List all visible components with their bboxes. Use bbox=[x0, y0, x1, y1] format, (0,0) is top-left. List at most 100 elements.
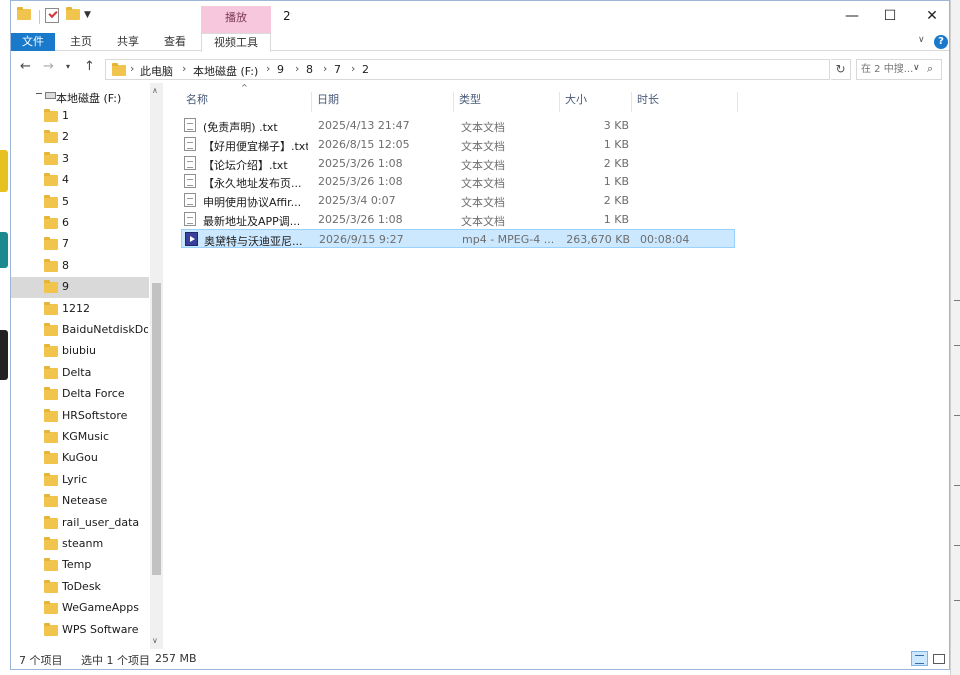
sidebar-item-folder[interactable]: Delta bbox=[11, 363, 149, 384]
column-header-duration[interactable]: 时长 bbox=[632, 92, 738, 112]
large-icons-view-icon[interactable] bbox=[931, 651, 946, 666]
up-arrow-icon[interactable]: ↑ bbox=[84, 59, 95, 74]
breadcrumb-drive[interactable]: 本地磁盘 (F:) bbox=[193, 63, 258, 79]
new-folder-icon[interactable] bbox=[66, 7, 80, 23]
tree-item-drive[interactable]: 本地磁盘 (F:) bbox=[11, 85, 151, 106]
search-box[interactable]: ⌕ bbox=[856, 59, 942, 80]
tab-home[interactable]: 主页 bbox=[63, 33, 99, 51]
breadcrumb-9[interactable]: 9 bbox=[277, 63, 284, 76]
file-type: 文本文档 bbox=[461, 177, 505, 191]
file-row[interactable]: (免责声明) .txt 2025/4/13 21:47 文本文档 3 KB bbox=[181, 116, 735, 135]
file-size: 3 KB bbox=[603, 119, 629, 132]
file-row[interactable]: 【好用便宜梯子】.txt 2026/8/15 12:05 文本文档 1 KB bbox=[181, 135, 735, 154]
file-row[interactable]: 奥黛特与沃迪亚尼... 2026/9/15 9:27 mp4 - MPEG-4 ..… bbox=[181, 228, 735, 248]
desktop-icon-fragment bbox=[0, 330, 8, 380]
file-row[interactable]: 申明使用协议Affir... 2025/3/4 0:07 文本文档 2 KB bbox=[181, 191, 735, 210]
sidebar-item-folder[interactable]: Temp bbox=[11, 555, 149, 576]
text-file-icon bbox=[184, 193, 196, 208]
sidebar-item-folder[interactable]: steanm bbox=[11, 534, 149, 555]
sidebar-item-folder[interactable]: WPS Software bbox=[11, 620, 149, 641]
sidebar-item-folder[interactable]: 7 bbox=[11, 234, 149, 255]
file-row[interactable]: 【永久地址发布页... 2025/3/26 1:08 文本文档 1 KB bbox=[181, 172, 735, 191]
folder-icon[interactable] bbox=[17, 7, 31, 23]
scrollbar-thumb[interactable] bbox=[152, 283, 161, 575]
folder-icon bbox=[44, 237, 58, 251]
sidebar-item-folder[interactable]: 4 bbox=[11, 170, 149, 191]
sidebar-item-folder[interactable]: 9 bbox=[11, 277, 149, 299]
sidebar-item-folder[interactable]: Delta Force bbox=[11, 384, 149, 405]
sidebar-item-folder[interactable]: 1 bbox=[11, 106, 149, 127]
sidebar-item-folder[interactable]: 5 bbox=[11, 192, 149, 213]
column-header-date[interactable]: 日期 bbox=[312, 92, 454, 112]
folder-icon bbox=[44, 216, 58, 229]
file-explorer-window: ▼ 播放 2 — ☐ ✕ 文件 主页 共享 查看 视频工具 ∨ ? ← → ▾ … bbox=[10, 0, 950, 670]
forward-arrow-icon[interactable]: → bbox=[43, 59, 54, 74]
folder-icon bbox=[44, 558, 58, 572]
file-row[interactable]: 最新地址及APP调... 2025/3/26 1:08 文本文档 1 KB bbox=[181, 210, 735, 229]
folder-icon bbox=[44, 579, 58, 593]
sidebar-item-folder[interactable]: BaiduNetdiskDow bbox=[11, 320, 149, 341]
sidebar-item-folder[interactable]: WeGameApps bbox=[11, 598, 149, 619]
tab-video-tools[interactable]: 视频工具 bbox=[201, 33, 271, 52]
column-header-name[interactable]: 名称 bbox=[181, 92, 312, 112]
address-box[interactable]: › 此电脑 › 本地磁盘 (F:) › 9 › 8 › 7 › 2 ∨ bbox=[105, 59, 920, 80]
sidebar-item-folder[interactable]: 8 bbox=[11, 256, 149, 277]
breadcrumb-7[interactable]: 7 bbox=[334, 63, 341, 76]
file-date: 2026/9/15 9:27 bbox=[319, 232, 404, 246]
tree-item-label: Temp bbox=[62, 558, 92, 572]
maximize-button[interactable]: ☐ bbox=[867, 1, 913, 31]
sidebar-item-folder[interactable]: biubiu bbox=[11, 341, 149, 362]
text-file-icon bbox=[184, 136, 196, 151]
sidebar-item-folder[interactable]: Lyric bbox=[11, 470, 149, 491]
folder-icon bbox=[44, 537, 58, 550]
scroll-up-icon[interactable]: ∧ bbox=[152, 86, 158, 95]
contextual-tab-group-play[interactable]: 播放 bbox=[201, 6, 271, 33]
scroll-down-icon[interactable]: ∨ bbox=[152, 636, 158, 645]
tab-share[interactable]: 共享 bbox=[110, 33, 146, 51]
navigation-pane-scrollbar[interactable]: ∧ ∨ bbox=[150, 83, 163, 649]
folder-icon bbox=[44, 494, 58, 508]
tab-file[interactable]: 文件 bbox=[11, 33, 55, 51]
breadcrumb-2[interactable]: 2 bbox=[362, 63, 369, 76]
back-arrow-icon[interactable]: ← bbox=[20, 59, 31, 74]
tree-item-label: Netease bbox=[62, 494, 108, 508]
quick-access-dropdown-icon[interactable]: ▼ bbox=[84, 10, 91, 20]
address-bar-row: ← → ▾ ↑ › 此电脑 › 本地磁盘 (F:) › 9 › 8 › 7 › … bbox=[11, 56, 949, 82]
sidebar-item-folder[interactable]: 2 bbox=[11, 127, 149, 148]
refresh-icon[interactable]: ↻ bbox=[831, 59, 851, 80]
collapse-icon[interactable] bbox=[36, 93, 42, 94]
details-view-icon[interactable] bbox=[911, 651, 928, 666]
search-input[interactable] bbox=[861, 62, 923, 77]
properties-icon[interactable] bbox=[45, 8, 59, 23]
tree-item-label: 3 bbox=[62, 151, 69, 165]
folder-icon bbox=[44, 258, 58, 272]
file-size: 1 KB bbox=[603, 175, 629, 189]
breadcrumb-this-pc[interactable]: 此电脑 bbox=[140, 63, 173, 79]
tree-item-label: steanm bbox=[62, 537, 104, 550]
text-file-icon bbox=[184, 118, 196, 132]
sidebar-item-folder[interactable]: rail_user_data bbox=[11, 513, 149, 534]
sidebar-item-folder[interactable]: HRSoftstore bbox=[11, 406, 149, 427]
file-row[interactable]: 【论坛介绍】.txt 2025/3/26 1:08 文本文档 2 KB bbox=[181, 154, 735, 173]
sidebar-item-folder[interactable]: KGMusic bbox=[11, 427, 149, 448]
sidebar-item-folder[interactable]: 3 bbox=[11, 149, 149, 170]
tree-item-label: 9 bbox=[62, 280, 69, 294]
chevron-down-icon[interactable]: ∨ bbox=[918, 35, 925, 45]
recent-locations-icon[interactable]: ▾ bbox=[66, 62, 70, 71]
folder-icon bbox=[112, 63, 126, 79]
tab-view[interactable]: 查看 bbox=[157, 33, 193, 51]
selection-count: 选中 1 个项目 bbox=[81, 654, 150, 667]
sidebar-item-folder[interactable]: Netease bbox=[11, 491, 149, 512]
column-header-type[interactable]: 类型 bbox=[454, 92, 560, 112]
folder-icon bbox=[44, 301, 58, 315]
sidebar-item-folder[interactable]: 6 bbox=[11, 213, 149, 234]
column-header-size[interactable]: 大小 bbox=[560, 92, 632, 112]
breadcrumb-8[interactable]: 8 bbox=[306, 63, 313, 76]
search-icon[interactable]: ⌕ bbox=[927, 62, 933, 76]
help-icon[interactable]: ? bbox=[934, 35, 948, 49]
sidebar-item-folder[interactable]: KuGou bbox=[11, 448, 149, 469]
sidebar-item-folder[interactable]: 1212 bbox=[11, 299, 149, 320]
file-size: 2 KB bbox=[603, 156, 629, 170]
close-button[interactable]: ✕ bbox=[909, 1, 955, 31]
sidebar-item-folder[interactable]: ToDesk bbox=[11, 577, 149, 598]
